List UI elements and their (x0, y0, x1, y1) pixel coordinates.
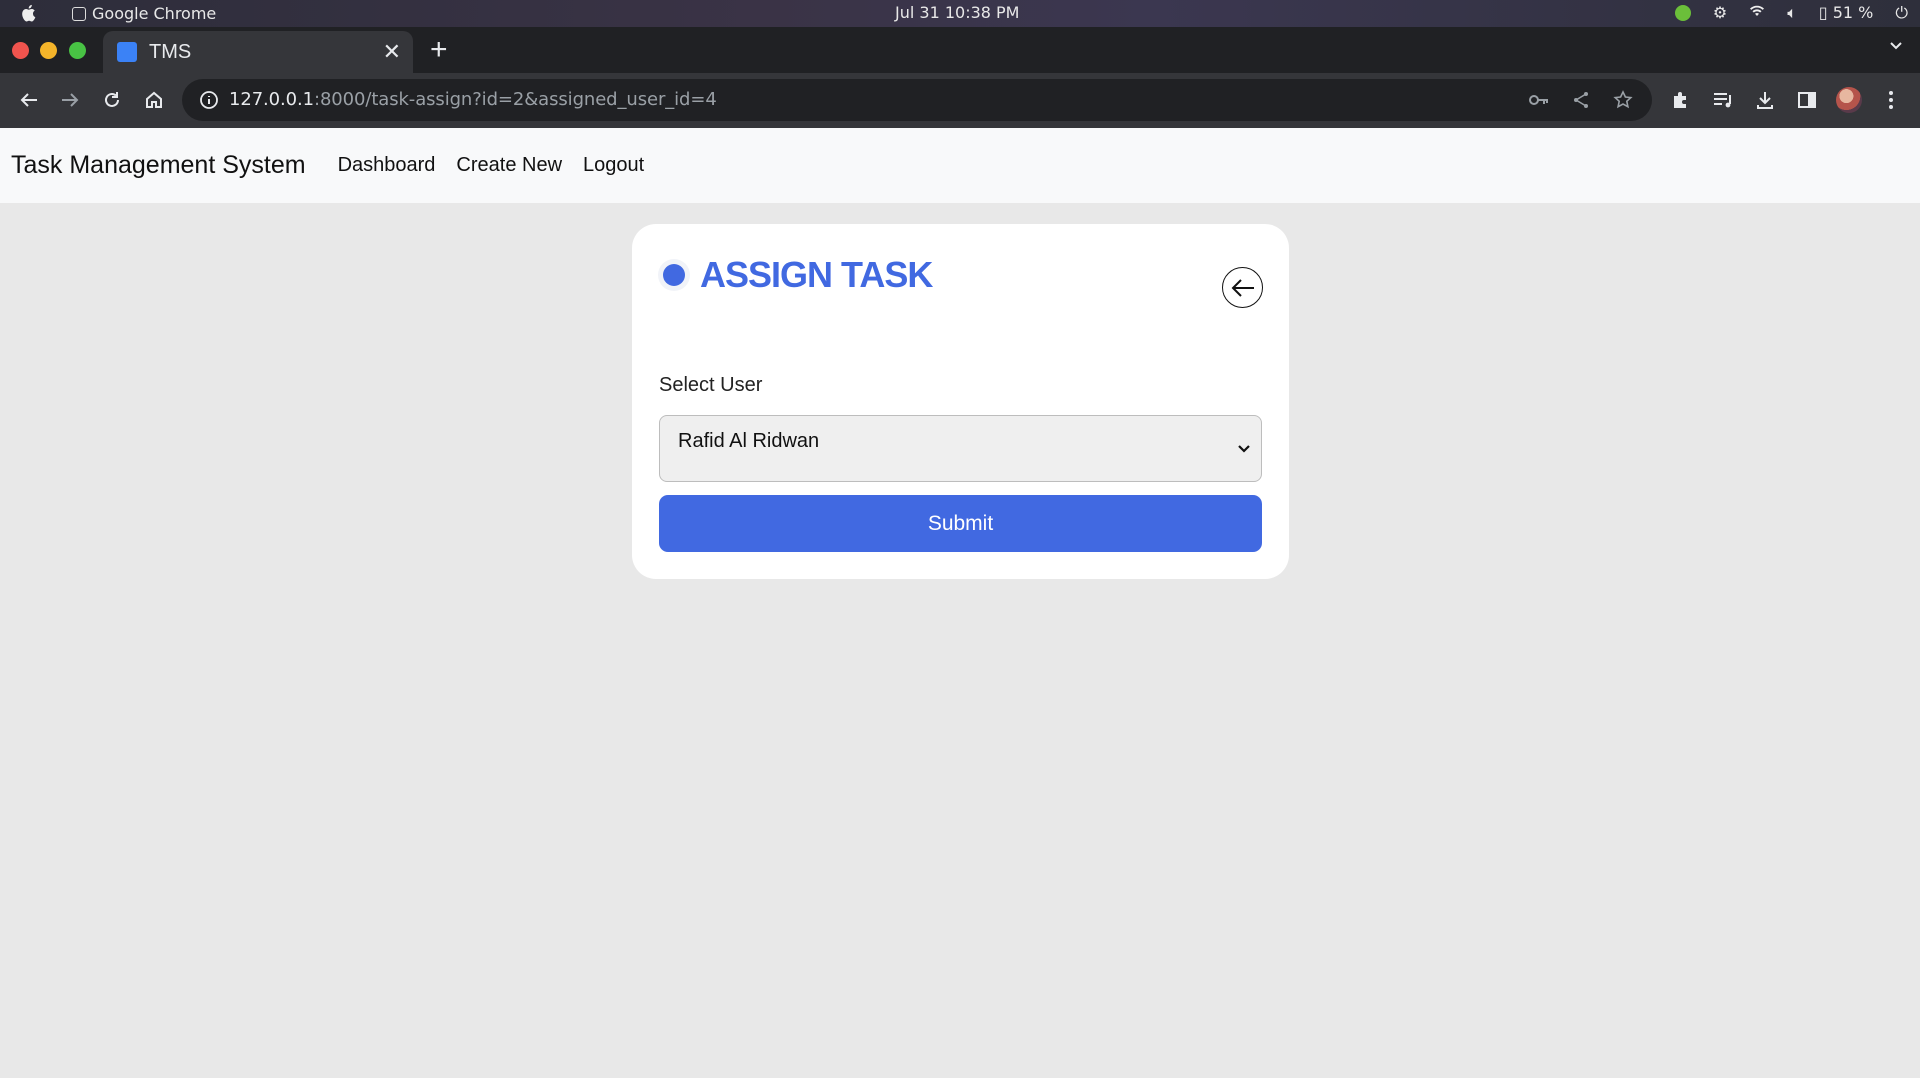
site-info-icon[interactable] (199, 90, 219, 110)
tab-search-chevron-icon[interactable] (1890, 40, 1902, 52)
navbar-brand[interactable]: Task Management System (11, 151, 306, 180)
power-icon[interactable]: ⏻ (1895, 3, 1908, 23)
nav-link-create-new[interactable]: Create New (456, 154, 562, 177)
side-panel-icon[interactable] (1794, 87, 1820, 113)
address-bar[interactable]: 127.0.0.1:8000/task-assign?id=2&assigned… (182, 79, 1652, 121)
clock[interactable]: Jul 31 10:38 PM (895, 3, 1019, 22)
status-check-icon[interactable] (1674, 5, 1691, 21)
address-bar-url: 127.0.0.1:8000/task-assign?id=2&assigned… (229, 89, 717, 110)
home-icon[interactable] (141, 87, 167, 113)
wifi-icon[interactable] (1749, 3, 1765, 23)
nav-link-logout[interactable]: Logout (583, 154, 644, 177)
active-app[interactable]: Google Chrome (72, 4, 216, 23)
chrome-app-icon (72, 6, 86, 21)
browser-toolbar: 127.0.0.1:8000/task-assign?id=2&assigned… (0, 73, 1920, 128)
os-top-bar: Google Chrome Jul 31 10:38 PM ⚙ 🔈︎ ▯ 51 … (0, 0, 1920, 27)
title-dot-icon (658, 259, 690, 291)
download-icon[interactable] (1752, 87, 1778, 113)
back-button[interactable] (1222, 267, 1263, 308)
back-icon[interactable] (16, 87, 42, 113)
key-icon[interactable] (1528, 89, 1550, 111)
url-host: 127.0.0.1 (229, 89, 314, 110)
assign-task-card: ASSIGN TASK Select User Rafid Al Ridwan … (632, 224, 1289, 579)
apple-icon[interactable] (20, 4, 36, 22)
chrome-menu-icon[interactable] (1878, 87, 1904, 113)
window-minimize-button[interactable] (40, 42, 57, 59)
tab-strip: TMS ✕ + (0, 27, 1920, 73)
arrow-left-icon (1231, 278, 1254, 297)
battery-indicator[interactable]: ▯ 51 % (1819, 3, 1874, 23)
page-title: ASSIGN TASK (700, 254, 933, 295)
volume-icon[interactable]: 🔈︎ (1787, 3, 1797, 23)
battery-percent: 51 % (1832, 3, 1874, 22)
new-tab-button[interactable]: + (430, 33, 448, 67)
gear-icon[interactable]: ⚙ (1713, 3, 1727, 23)
url-path: :8000/task-assign?id=2&assigned_user_id=… (313, 89, 717, 110)
nav-link-dashboard[interactable]: Dashboard (338, 154, 436, 177)
profile-avatar[interactable] (1836, 87, 1862, 113)
share-icon[interactable] (1570, 89, 1592, 111)
chevron-down-icon (1238, 445, 1250, 453)
bookmark-star-icon[interactable] (1612, 89, 1634, 111)
user-select-value: Rafid Al Ridwan (678, 430, 820, 452)
navbar-links: Dashboard Create New Logout (338, 154, 645, 177)
system-tray: ⚙ 🔈︎ ▯ 51 % ⏻ (1674, 3, 1908, 23)
select-user-label: Select User (659, 374, 763, 396)
card-header: ASSIGN TASK (658, 254, 933, 296)
tab-tms[interactable]: TMS ✕ (103, 31, 413, 73)
forward-icon[interactable] (57, 87, 83, 113)
user-select[interactable]: Rafid Al Ridwan (659, 415, 1262, 482)
tab-title: TMS (149, 40, 192, 63)
window-close-button[interactable] (12, 42, 29, 59)
extensions-puzzle-icon[interactable] (1668, 87, 1694, 113)
tab-close-icon[interactable]: ✕ (383, 39, 401, 65)
active-app-name: Google Chrome (92, 4, 217, 23)
submit-button[interactable]: Submit (659, 495, 1262, 552)
media-queue-icon[interactable] (1710, 87, 1736, 113)
reload-icon[interactable] (99, 87, 125, 113)
tab-favicon-icon (117, 42, 137, 62)
app-navbar: Task Management System Dashboard Create … (0, 128, 1920, 203)
window-maximize-button[interactable] (69, 42, 86, 59)
